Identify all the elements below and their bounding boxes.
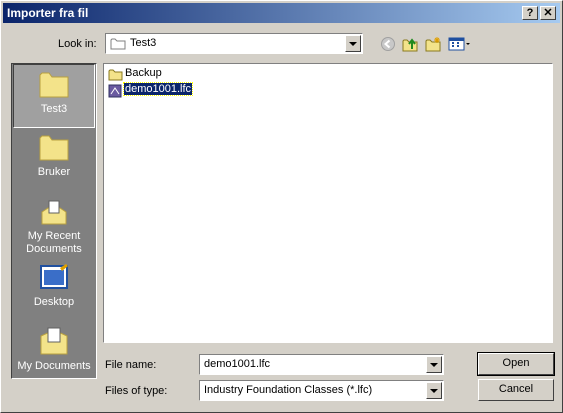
desktop-icon (40, 264, 68, 289)
filetype-select[interactable]: Industry Foundation Classes (*.lfc) (199, 380, 444, 401)
folder-icon (108, 69, 123, 81)
places-item-desktop[interactable]: Desktop (13, 262, 95, 314)
places-item-label: Desktop (33, 296, 75, 308)
filename-label: File name: (105, 359, 157, 371)
title-bar[interactable]: Importer fra fil ? ✕ (3, 3, 560, 23)
my-documents-icon (40, 327, 68, 355)
lookin-combo[interactable]: Test3 (105, 33, 363, 54)
filename-field[interactable]: demo1001.lfc (199, 354, 444, 375)
file-name: demo1001.lfc (122, 82, 194, 96)
places-item-label: Bruker (37, 166, 71, 178)
file-dialog-window: Importer fra fil ? ✕ Look in: Test3 Test… (0, 0, 563, 413)
new-folder-icon[interactable] (424, 36, 442, 52)
file-list[interactable]: Backup demo1001.lfc (103, 63, 553, 343)
filetype-value: Industry Foundation Classes (*.lfc) (204, 384, 373, 396)
places-item-label: My Documents (17, 360, 91, 372)
places-item-label: My Recent Documents (26, 230, 82, 255)
file-name: Backup (125, 67, 162, 79)
recent-documents-icon (41, 200, 67, 225)
folder-icon (39, 72, 69, 98)
places-item-test3[interactable]: Test3 (13, 64, 95, 128)
view-menu-icon[interactable] (448, 36, 472, 52)
lookin-dropdown-button[interactable] (345, 35, 361, 52)
folder-icon (110, 38, 126, 50)
lookin-value: Test3 (130, 37, 157, 49)
places-bar: Test3 Bruker My Recent Documents Desktop (11, 63, 97, 379)
back-icon[interactable] (379, 36, 397, 52)
filename-value: demo1001.lfc (204, 358, 271, 370)
cancel-button[interactable]: Cancel (478, 379, 554, 401)
lookin-label: Look in: (58, 38, 97, 50)
places-item-my-documents[interactable]: My Documents (13, 326, 95, 378)
window-title: Importer fra fil (7, 6, 89, 20)
filetype-dropdown-button[interactable] (426, 382, 442, 399)
places-item-recent[interactable]: My Recent Documents (13, 198, 95, 258)
open-button[interactable]: Open (477, 352, 555, 376)
filename-dropdown-button[interactable] (426, 356, 442, 373)
help-button[interactable]: ? (522, 6, 538, 20)
filetype-label: Files of type: (105, 385, 168, 397)
places-item-label: Test3 (40, 103, 68, 115)
places-item-bruker[interactable]: Bruker (13, 130, 95, 190)
up-folder-icon[interactable] (401, 36, 419, 52)
close-button[interactable]: ✕ (540, 6, 556, 20)
file-icon (108, 84, 122, 98)
folder-icon (39, 135, 69, 161)
